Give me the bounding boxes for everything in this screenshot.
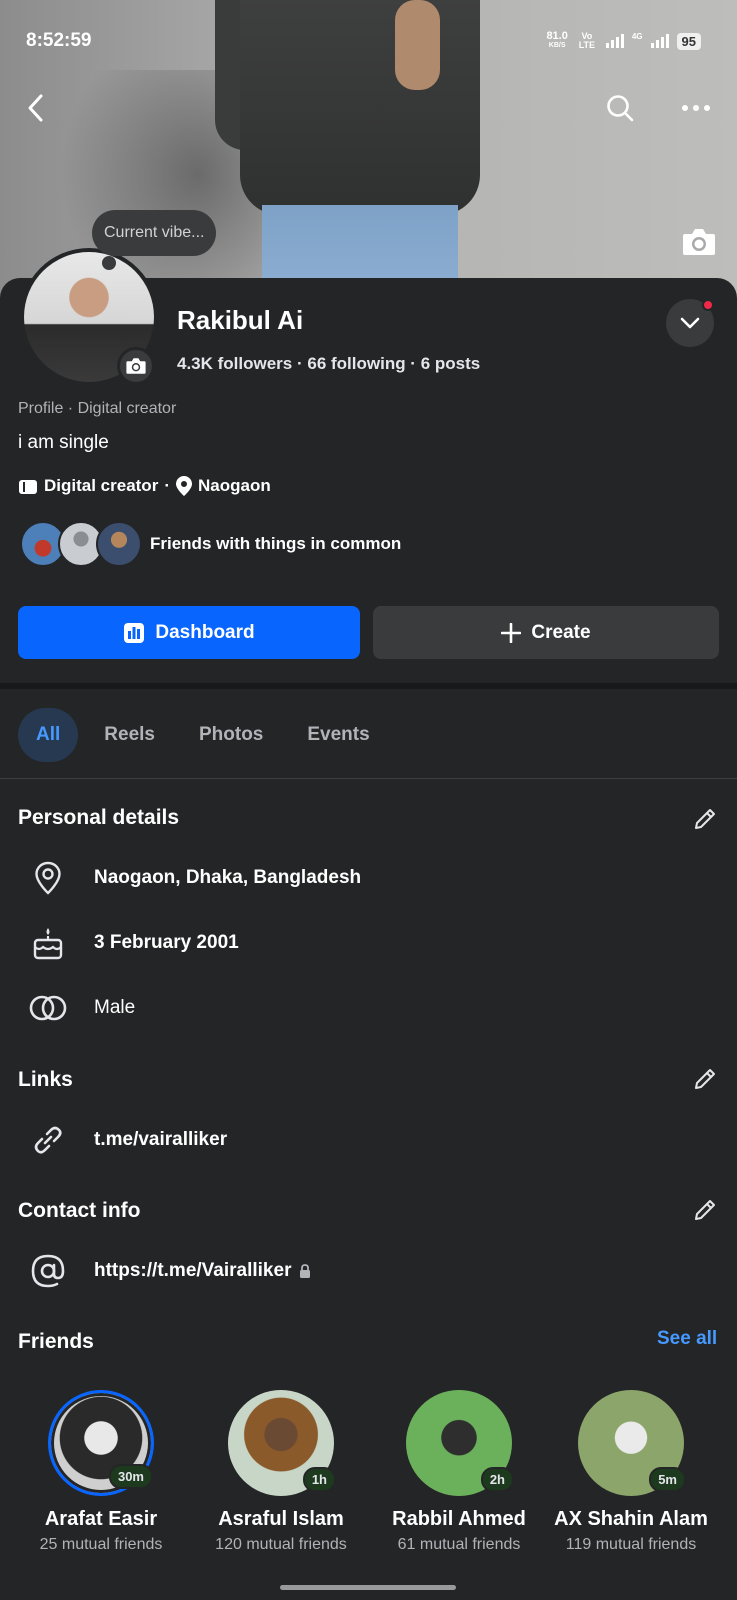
- see-all-friends-link[interactable]: See all: [657, 1328, 717, 1350]
- birthday-cake-icon: [28, 923, 68, 963]
- tab-events[interactable]: Events: [289, 708, 387, 762]
- signal-icon-2: [650, 34, 669, 48]
- tabs-divider: [0, 778, 737, 779]
- link-text[interactable]: t.me/vairalliker: [94, 1129, 227, 1151]
- activity-badge: 5m: [649, 1467, 686, 1492]
- detail-location-row: Naogaon, Dhaka, Bangladesh: [28, 856, 361, 900]
- friend-card[interactable]: 30m Arafat Easir 25 mutual friends: [16, 1390, 186, 1554]
- notification-dot: [702, 299, 714, 311]
- profile-bio: i am single: [18, 432, 109, 453]
- tab-reels[interactable]: Reels: [86, 708, 173, 762]
- friend-card[interactable]: 2h Rabbil Ahmed 61 mutual friends: [374, 1390, 544, 1554]
- meta-separator: ·: [164, 476, 170, 495]
- edit-avatar-button[interactable]: [117, 347, 155, 385]
- dashboard-button[interactable]: Dashboard: [18, 606, 360, 659]
- activity-badge: 1h: [302, 1467, 336, 1492]
- pencil-icon: [695, 1200, 715, 1220]
- signal-icon: [605, 34, 624, 48]
- friend-mutual: 61 mutual friends: [397, 1536, 521, 1553]
- detail-gender-row: Male: [28, 986, 135, 1030]
- tab-all[interactable]: All: [18, 708, 79, 762]
- edit-links-button[interactable]: [688, 1062, 722, 1096]
- friend-card[interactable]: 1h Asraful Islam 120 mutual friends: [196, 1390, 366, 1554]
- create-button[interactable]: Create: [373, 606, 719, 659]
- friend-mutual: 120 mutual friends: [215, 1536, 347, 1553]
- detail-location-text: Naogaon, Dhaka, Bangladesh: [94, 867, 362, 888]
- profile-location: Naogaon: [197, 476, 271, 495]
- link-row[interactable]: t.me/vairalliker: [28, 1118, 227, 1162]
- net-speed: 81.0 KB/S: [546, 30, 568, 50]
- status-icons: 81.0 KB/S Vo LTE 4G 95: [546, 30, 701, 50]
- lock-icon: [300, 1264, 311, 1278]
- friend-avatar: 2h: [406, 1390, 514, 1496]
- activity-badge: 2h: [480, 1467, 514, 1492]
- camera-icon: [126, 358, 146, 374]
- create-label: Create: [531, 621, 591, 643]
- friends-in-common[interactable]: Friends with things in common: [20, 520, 401, 568]
- edit-contact-info-button[interactable]: [688, 1193, 722, 1227]
- links-title: Links: [18, 1068, 73, 1091]
- detail-birthday-row: 3 February 2001: [28, 921, 239, 965]
- mutual-friend-avatar: [96, 521, 142, 567]
- back-button[interactable]: [18, 88, 54, 128]
- contact-info-title: Contact info: [18, 1199, 141, 1222]
- profile-name: Rakibul Ai: [177, 305, 304, 335]
- vibe-bubble-tail: [102, 256, 116, 270]
- friend-avatar: 5m: [578, 1390, 686, 1496]
- profile-meta-line: Digital creator · Naogaon: [18, 476, 271, 496]
- friend-mutual: 119 mutual friends: [565, 1536, 697, 1553]
- home-indicator[interactable]: [280, 1585, 456, 1590]
- at-sign-icon: [28, 1251, 68, 1291]
- search-button[interactable]: [600, 88, 640, 128]
- camera-icon: [683, 229, 715, 255]
- content-tabs: All Reels Photos Events: [18, 708, 388, 762]
- detail-gender-text: Male: [94, 997, 136, 1018]
- friends-title: Friends: [18, 1330, 94, 1353]
- pencil-icon: [695, 1069, 715, 1089]
- profile-work: Digital creator: [44, 476, 159, 495]
- status-bar: 8:52:59 81.0 KB/S Vo LTE 4G 95: [0, 0, 737, 80]
- friend-name: Arafat Easir: [44, 1508, 158, 1530]
- current-vibe-bubble[interactable]: Current vibe...: [92, 210, 217, 256]
- profile-stats[interactable]: 4.3K followers · 66 following · 6 posts: [177, 354, 480, 374]
- gender-rings-icon: [28, 988, 68, 1028]
- more-options-button[interactable]: [676, 88, 716, 128]
- contact-url-text[interactable]: https://t.me/Vairalliker: [94, 1260, 291, 1282]
- briefcase-icon: [19, 480, 37, 494]
- friend-name: Asraful Islam: [218, 1508, 344, 1530]
- battery-indicator: 95: [676, 32, 701, 50]
- friend-card[interactable]: 5m AX Shahin Alam 119 mutual friends: [546, 1390, 716, 1554]
- search-icon: [607, 95, 634, 122]
- personal-details-title: Personal details: [18, 806, 180, 829]
- friend-mutual: 25 mutual friends: [39, 1536, 163, 1553]
- pencil-icon: [695, 809, 715, 829]
- signal-4g-label: 4G: [631, 32, 643, 41]
- friends-in-common-label: Friends with things in common: [150, 534, 402, 553]
- edit-personal-details-button[interactable]: [688, 802, 722, 836]
- dashboard-label: Dashboard: [155, 621, 255, 643]
- friend-avatar: 30m: [48, 1390, 154, 1496]
- friend-name: AX Shahin Alam: [554, 1508, 708, 1530]
- location-pin-icon: [28, 858, 68, 898]
- location-pin-icon: [175, 476, 192, 496]
- section-divider: [0, 683, 737, 689]
- edit-cover-photo-button[interactable]: [676, 222, 722, 262]
- volte-icon: Vo LTE: [578, 31, 596, 50]
- link-chain-icon: [28, 1120, 68, 1160]
- detail-birthday-text: 3 February 2001: [94, 932, 239, 953]
- status-time: 8:52:59: [26, 30, 92, 51]
- contact-row[interactable]: https://t.me/Vairalliker: [28, 1249, 311, 1293]
- plus-icon: [501, 622, 522, 643]
- profile-category: Profile · Digital creator: [18, 400, 177, 417]
- tab-photos[interactable]: Photos: [181, 708, 281, 762]
- more-dots-icon: [682, 105, 710, 111]
- friend-avatar: 1h: [228, 1390, 336, 1496]
- activity-badge: 30m: [108, 1464, 153, 1489]
- back-arrow-icon: [28, 94, 43, 122]
- friend-name: Rabbil Ahmed: [392, 1508, 526, 1530]
- chevron-down-icon: [680, 317, 700, 329]
- dashboard-icon: [124, 622, 145, 643]
